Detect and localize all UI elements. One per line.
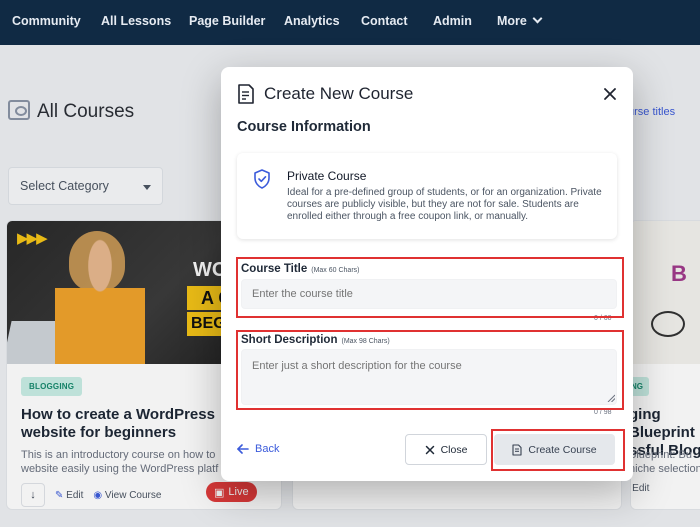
- nav-item-all-lessons[interactable]: All Lessons: [101, 14, 171, 28]
- close-icon[interactable]: [601, 85, 619, 103]
- nav-item-page-builder[interactable]: Page Builder: [189, 14, 265, 28]
- nav-item-analytics[interactable]: Analytics: [284, 14, 340, 28]
- close-label: Close: [440, 443, 468, 456]
- modal-title: Create New Course: [264, 84, 414, 103]
- document-edit-icon: [238, 84, 254, 104]
- private-course-title: Private Course: [287, 169, 367, 183]
- highlight-box: [236, 330, 624, 410]
- create-course-modal: Create New Course Course Information Pri…: [221, 67, 633, 481]
- nav-item-admin[interactable]: Admin: [433, 14, 472, 28]
- highlight-box: [236, 257, 624, 318]
- nav-item-more[interactable]: More: [497, 13, 543, 28]
- nav-more-label: More: [497, 14, 527, 28]
- private-course-option[interactable]: Private Course Ideal for a pre-defined g…: [237, 153, 617, 239]
- back-button[interactable]: Back: [237, 443, 279, 455]
- close-button[interactable]: Close: [405, 434, 487, 465]
- close-icon: [425, 445, 434, 454]
- nav-item-community[interactable]: Community: [12, 14, 81, 28]
- nav-item-contact[interactable]: Contact: [361, 14, 408, 28]
- back-label: Back: [255, 443, 280, 455]
- shield-check-icon: [254, 169, 270, 189]
- top-navigation: Community All Lessons Page Builder Analy…: [0, 0, 700, 45]
- arrow-left-icon: [237, 444, 249, 454]
- private-course-description: Ideal for a pre-defined group of student…: [287, 187, 602, 222]
- chevron-down-icon: [532, 13, 543, 24]
- highlight-box: [491, 429, 625, 471]
- short-description-counter: 0 / 98: [594, 409, 612, 416]
- section-title: Course Information: [237, 119, 371, 135]
